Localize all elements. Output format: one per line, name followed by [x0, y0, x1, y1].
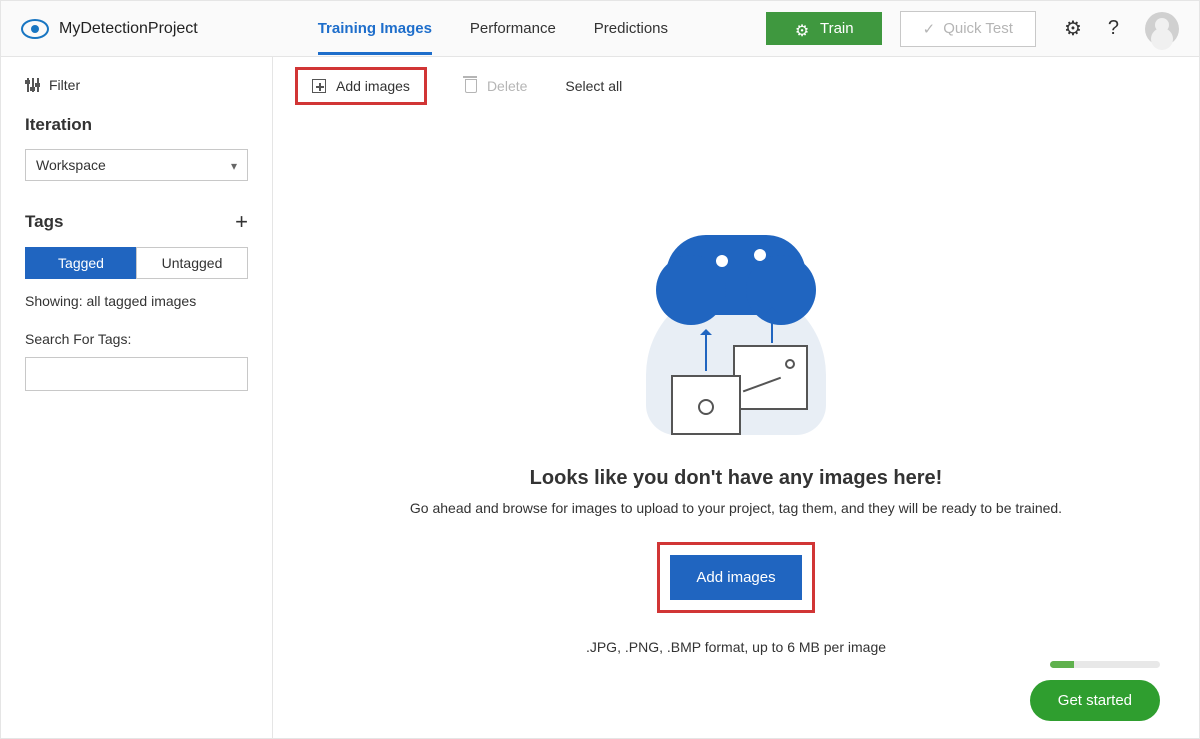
- nav-tabs: Training Images Performance Predictions: [318, 2, 668, 55]
- showing-status: Showing: all tagged images: [25, 293, 248, 309]
- delete-label: Delete: [487, 78, 527, 94]
- empty-illustration: [641, 235, 831, 445]
- add-images-cta-button[interactable]: Add images: [670, 555, 801, 600]
- filter-label: Filter: [49, 77, 80, 93]
- add-images-cta-highlight: Add images: [657, 542, 814, 613]
- user-avatar[interactable]: [1145, 12, 1179, 46]
- add-plus-icon: [312, 79, 326, 93]
- logo-eye-icon: [21, 19, 49, 39]
- progress-fill: [1050, 661, 1074, 668]
- supported-formats: .JPG, .PNG, .BMP format, up to 6 MB per …: [586, 639, 886, 655]
- filter-sliders-icon: [25, 78, 39, 92]
- toggle-untagged[interactable]: Untagged: [136, 247, 248, 279]
- add-tag-button[interactable]: +: [235, 209, 248, 235]
- iteration-select[interactable]: Workspace: [25, 149, 248, 181]
- train-button[interactable]: Train: [766, 12, 882, 45]
- tab-training-images[interactable]: Training Images: [318, 2, 432, 55]
- main-content: Add images Delete Select all Looks like …: [273, 57, 1199, 738]
- select-all-button[interactable]: Select all: [565, 78, 622, 94]
- train-gear-icon: [794, 21, 810, 37]
- empty-state: Looks like you don't have any images her…: [273, 115, 1199, 738]
- progress-bar: [1050, 661, 1160, 668]
- iteration-heading: Iteration: [25, 115, 248, 135]
- get-started-button[interactable]: Get started: [1030, 680, 1160, 721]
- empty-subtitle: Go ahead and browse for images to upload…: [410, 500, 1062, 516]
- iteration-selected-value: Workspace: [36, 157, 106, 173]
- images-toolbar: Add images Delete Select all: [273, 57, 1199, 115]
- onboarding-footer: Get started: [1030, 661, 1160, 721]
- tag-filter-toggle: Tagged Untagged: [25, 247, 248, 279]
- filter-toggle[interactable]: Filter: [25, 77, 248, 93]
- quick-test-label: Quick Test: [943, 20, 1013, 37]
- search-tags-label: Search For Tags:: [25, 331, 248, 347]
- delete-button: Delete: [465, 78, 527, 94]
- app-header: MyDetectionProject Training Images Perfo…: [1, 1, 1199, 57]
- chevron-down-icon: [231, 157, 237, 173]
- project-brand: MyDetectionProject: [21, 19, 198, 39]
- sidebar: Filter Iteration Workspace Tags + Tagged…: [1, 57, 273, 738]
- quick-test-button: Quick Test: [900, 11, 1036, 47]
- add-images-label: Add images: [336, 78, 410, 94]
- help-icon[interactable]: [1108, 17, 1119, 40]
- train-button-label: Train: [820, 20, 854, 37]
- tab-performance[interactable]: Performance: [470, 2, 556, 55]
- settings-gear-icon[interactable]: [1064, 16, 1082, 41]
- tags-heading: Tags: [25, 212, 63, 232]
- tab-predictions[interactable]: Predictions: [594, 2, 668, 55]
- toggle-tagged[interactable]: Tagged: [25, 247, 136, 279]
- check-icon: [923, 20, 936, 38]
- empty-title: Looks like you don't have any images her…: [530, 467, 943, 490]
- search-tags-input[interactable]: [25, 357, 248, 391]
- project-title: MyDetectionProject: [59, 20, 198, 38]
- trash-icon: [465, 79, 477, 93]
- add-images-button[interactable]: Add images: [295, 67, 427, 105]
